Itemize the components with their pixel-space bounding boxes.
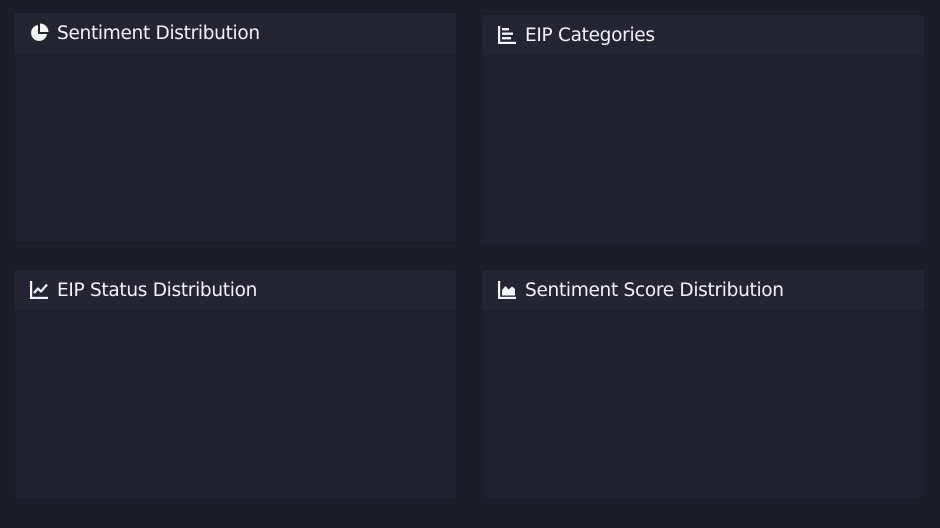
panel-header: EIP Categories <box>482 15 924 55</box>
chart-area <box>14 310 456 499</box>
eip-categories-panel: EIP Categories <box>482 15 924 244</box>
panel-header: EIP Status Distribution <box>14 270 456 310</box>
panel-title: EIP Categories <box>525 24 655 46</box>
area-chart-icon <box>497 280 517 300</box>
panel-title: Sentiment Score Distribution <box>525 279 784 301</box>
panel-title: EIP Status Distribution <box>57 279 258 301</box>
sentiment-score-distribution-panel: Sentiment Score Distribution <box>482 270 924 499</box>
chart-area <box>482 310 924 499</box>
eip-status-distribution-panel: EIP Status Distribution <box>14 270 456 499</box>
line-chart-icon <box>29 280 49 300</box>
chart-area <box>482 55 924 244</box>
panel-header: Sentiment Score Distribution <box>482 270 924 310</box>
panel-header: Sentiment Distribution <box>14 13 456 53</box>
panel-title: Sentiment Distribution <box>57 22 260 44</box>
bar-chart-icon <box>497 25 517 45</box>
chart-area <box>14 53 456 242</box>
dashboard: Sentiment Distribution EIP Categories EI… <box>0 0 940 528</box>
sentiment-distribution-panel: Sentiment Distribution <box>14 13 456 242</box>
pie-chart-icon <box>29 23 49 43</box>
